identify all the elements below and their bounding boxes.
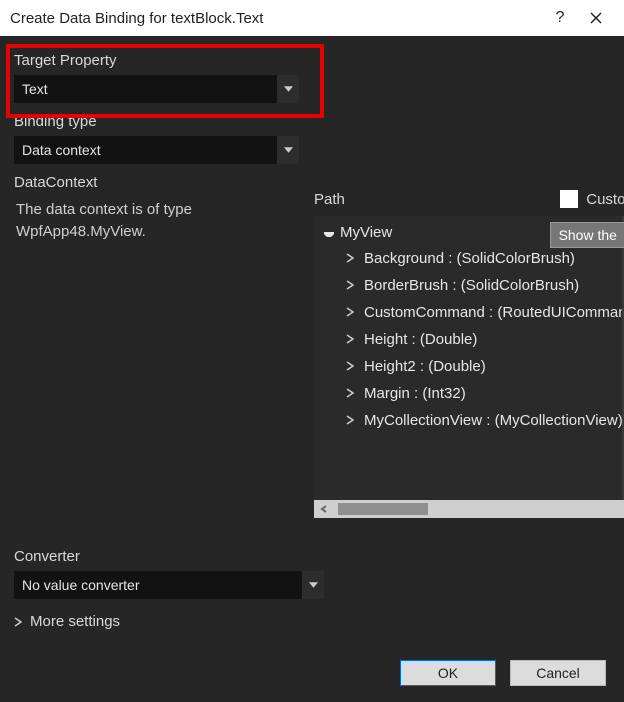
converter-value: No value converter bbox=[14, 571, 302, 599]
tree-item-label: Height2 : (Double) bbox=[364, 358, 486, 375]
more-settings-expander[interactable]: More settings bbox=[14, 613, 610, 630]
chevron-down-icon[interactable] bbox=[277, 136, 299, 164]
custom-label: Custom bbox=[586, 191, 624, 208]
tree-item-label: BorderBrush : (SolidColorBrush) bbox=[364, 277, 579, 294]
dialog-body: Target Property Text Binding type Data c… bbox=[0, 36, 624, 702]
chevron-right-icon bbox=[346, 358, 354, 375]
tree-item[interactable]: BorderBrush : (SolidColorBrush) bbox=[314, 272, 624, 299]
tree-item-label: CustomCommand : (RoutedUICommand) bbox=[364, 304, 624, 321]
binding-type-value: Data context bbox=[14, 136, 277, 164]
tree-item-label: Margin : (Int32) bbox=[364, 385, 466, 402]
triangle-down-icon bbox=[324, 224, 334, 241]
binding-type-combo[interactable]: Data context bbox=[14, 136, 299, 164]
datacontext-line2: WpfApp48.MyView. bbox=[16, 223, 146, 240]
tree-item-label: Background : (SolidColorBrush) bbox=[364, 250, 575, 267]
scrollbar-horizontal[interactable] bbox=[314, 500, 624, 518]
chevron-right-icon bbox=[346, 331, 354, 348]
ok-button[interactable]: OK bbox=[400, 660, 496, 686]
show-the-button[interactable]: Show the bbox=[550, 222, 624, 248]
scroll-thumb-h[interactable] bbox=[338, 503, 428, 515]
target-property-label: Target Property bbox=[14, 52, 314, 69]
tree-item-label: Height : (Double) bbox=[364, 331, 477, 348]
path-label: Path bbox=[314, 191, 345, 208]
tree-item-label: MyCollectionView : (MyCollectionView) bbox=[364, 412, 623, 429]
tree-item[interactable]: MyCollectionView : (MyCollectionView) bbox=[314, 407, 624, 434]
target-property-value: Text bbox=[14, 75, 277, 103]
tree-item[interactable]: Height : (Double) bbox=[314, 326, 624, 353]
tree-item[interactable]: Margin : (Int32) bbox=[314, 380, 624, 407]
datacontext-line1: The data context is of type bbox=[16, 201, 192, 218]
cancel-button[interactable]: Cancel bbox=[510, 660, 606, 686]
path-tree: Show the MyView Background : (SolidColor… bbox=[314, 216, 624, 518]
converter-combo[interactable]: No value converter bbox=[14, 571, 324, 599]
tree-item[interactable]: Height2 : (Double) bbox=[314, 353, 624, 380]
scroll-right-icon[interactable] bbox=[620, 500, 624, 518]
close-button[interactable] bbox=[578, 0, 614, 36]
checkbox-icon bbox=[560, 190, 578, 208]
tree-item[interactable]: Background : (SolidColorBrush) bbox=[314, 245, 624, 272]
chevron-right-icon bbox=[346, 412, 354, 429]
custom-checkbox[interactable]: Custom bbox=[560, 190, 624, 208]
target-property-combo[interactable]: Text bbox=[14, 75, 299, 103]
more-settings-label: More settings bbox=[30, 613, 120, 630]
title-bar: Create Data Binding for textBlock.Text ? bbox=[0, 0, 624, 36]
datacontext-label: DataContext bbox=[14, 174, 314, 191]
dialog-title: Create Data Binding for textBlock.Text bbox=[10, 10, 542, 27]
binding-type-label: Binding type bbox=[14, 113, 314, 130]
datacontext-text: The data context is of type WpfApp48.MyV… bbox=[14, 197, 314, 245]
dialog-footer: OK Cancel bbox=[400, 660, 606, 686]
help-button[interactable]: ? bbox=[542, 0, 578, 36]
chevron-right-icon bbox=[346, 250, 354, 267]
chevron-right-icon bbox=[346, 385, 354, 402]
converter-label: Converter bbox=[14, 548, 610, 565]
tree-root-label: MyView bbox=[340, 224, 392, 241]
chevron-right-icon bbox=[14, 617, 22, 627]
chevron-right-icon bbox=[346, 304, 354, 321]
scroll-left-icon[interactable] bbox=[314, 500, 334, 518]
chevron-down-icon[interactable] bbox=[302, 571, 324, 599]
chevron-down-icon[interactable] bbox=[277, 75, 299, 103]
path-tree-view[interactable]: Show the MyView Background : (SolidColor… bbox=[314, 216, 624, 518]
chevron-right-icon bbox=[346, 277, 354, 294]
tree-item[interactable]: CustomCommand : (RoutedUICommand) bbox=[314, 299, 624, 326]
